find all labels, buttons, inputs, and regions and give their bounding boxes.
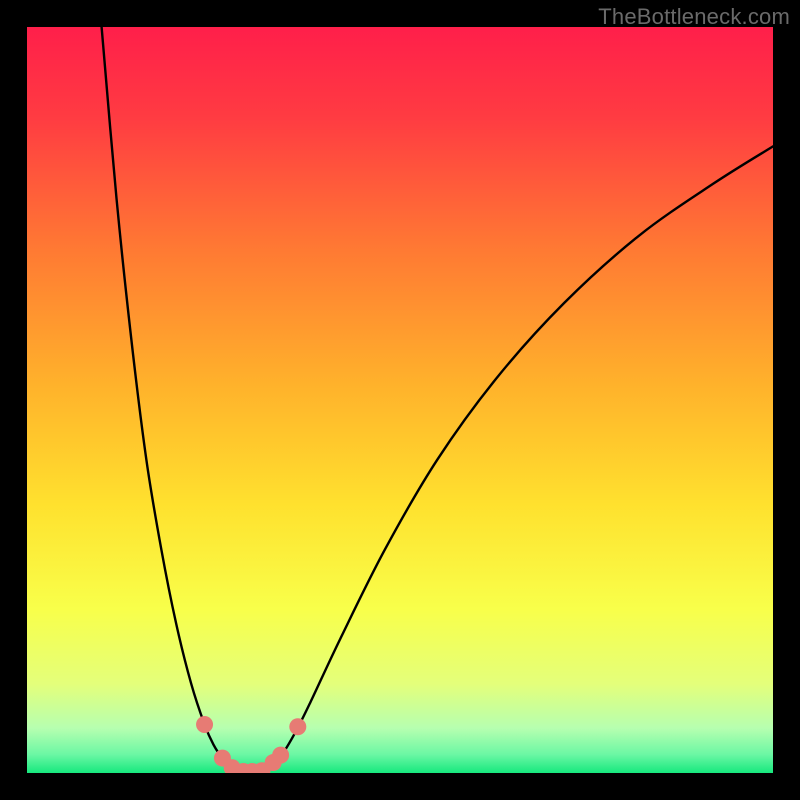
- data-marker: [196, 716, 213, 733]
- watermark-text: TheBottleneck.com: [598, 4, 790, 30]
- data-marker: [289, 718, 306, 735]
- plot-area: [27, 27, 773, 773]
- data-marker: [272, 747, 289, 764]
- chart-frame: TheBottleneck.com: [0, 0, 800, 800]
- bottleneck-curve-chart: [27, 27, 773, 773]
